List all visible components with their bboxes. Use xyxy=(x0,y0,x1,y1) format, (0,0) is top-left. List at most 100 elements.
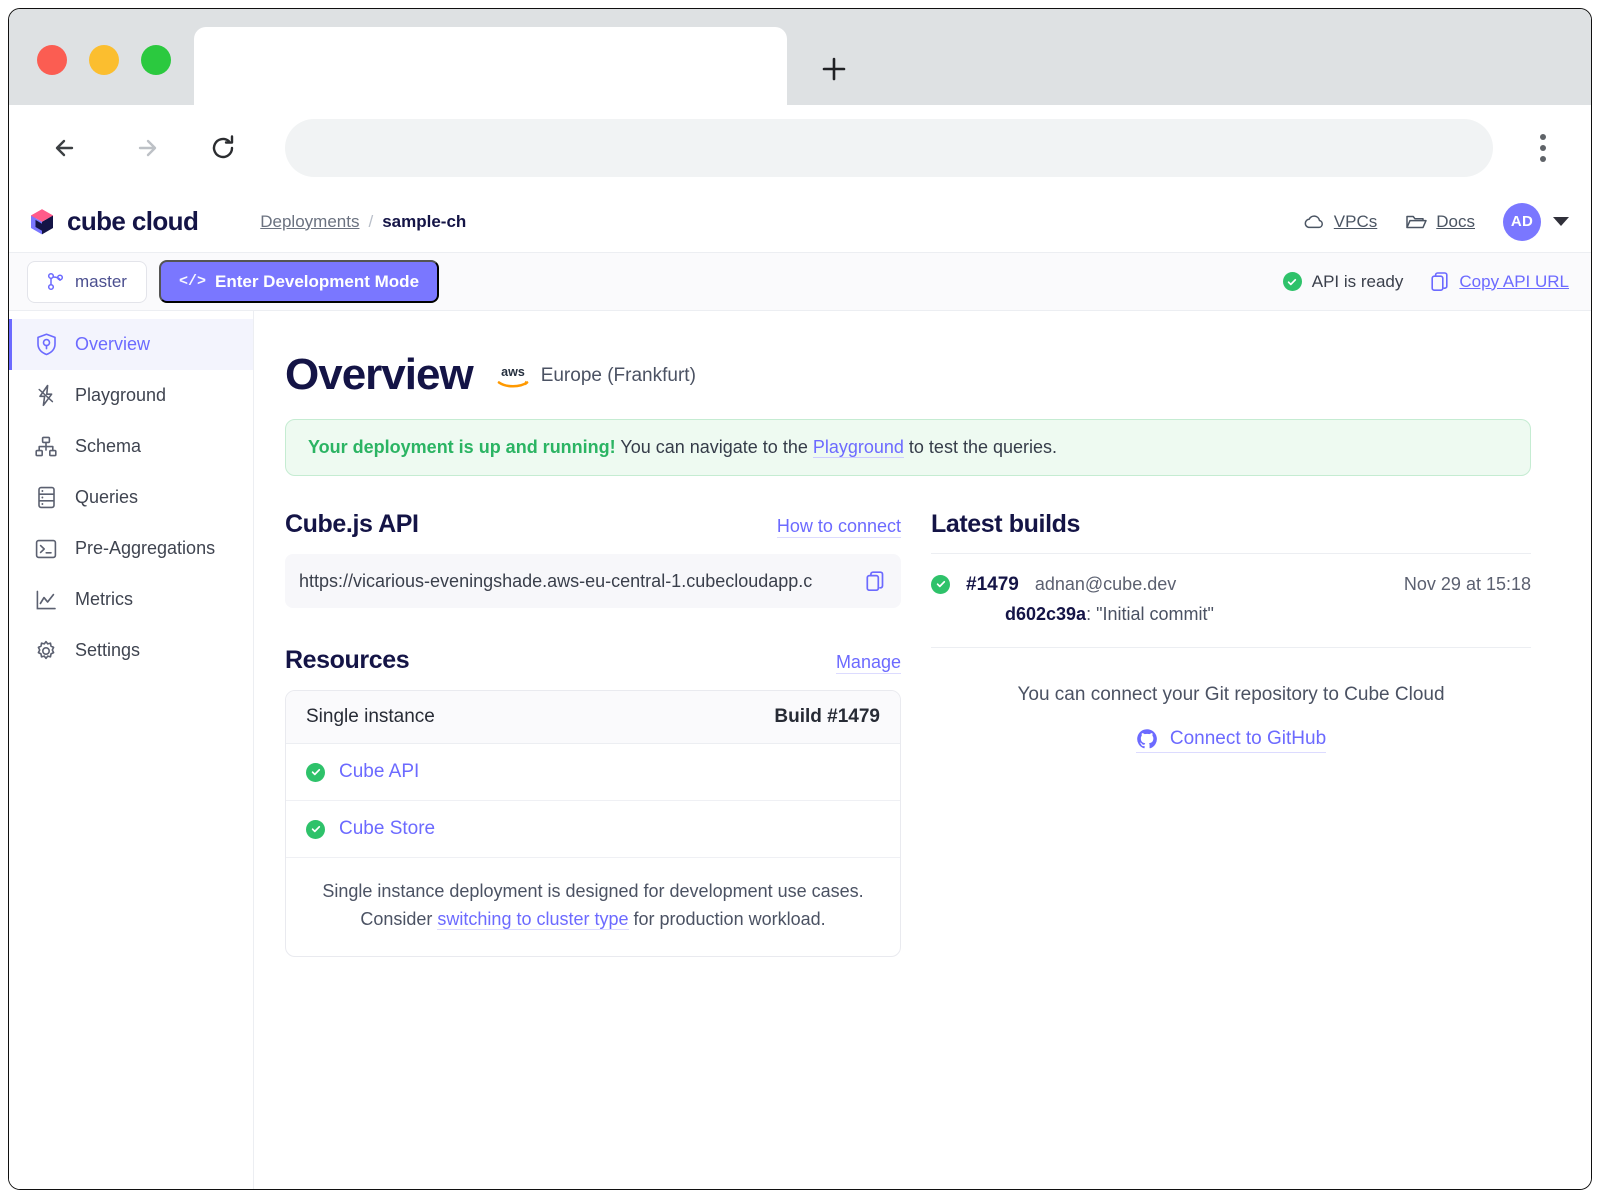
check-circle-icon xyxy=(1283,272,1302,291)
chevron-down-icon[interactable] xyxy=(1553,217,1569,226)
browser-tab[interactable] xyxy=(194,27,787,109)
sidebar-item-queries[interactable]: Queries xyxy=(9,472,253,523)
switch-cluster-type-link[interactable]: switching to cluster type xyxy=(437,909,628,930)
sidebar-item-schema[interactable]: Schema xyxy=(9,421,253,472)
connect-to-github-button[interactable]: Connect to GitHub xyxy=(1136,728,1326,753)
instance-type-label: Single instance xyxy=(306,706,435,728)
address-bar[interactable] xyxy=(285,119,1493,177)
app-body: Overview Playground xyxy=(9,311,1591,1189)
back-button[interactable] xyxy=(39,120,95,176)
api-url-field[interactable]: https://vicarious-eveningshade.aws-eu-ce… xyxy=(285,554,901,608)
vpcs-label: VPCs xyxy=(1334,212,1377,232)
resource-link[interactable]: Cube API xyxy=(339,761,419,783)
browser-menu-button[interactable] xyxy=(1515,120,1571,176)
branch-selector-button[interactable]: master xyxy=(27,261,147,303)
api-section-title: Cube.js API xyxy=(285,510,419,539)
database-icon xyxy=(35,487,57,509)
build-commit-message: : "Initial commit" xyxy=(1086,604,1214,624)
breadcrumb-deployments[interactable]: Deployments xyxy=(260,212,359,232)
git-branch-icon xyxy=(47,272,64,291)
sidebar-item-overview[interactable]: Overview xyxy=(9,319,253,370)
minimize-window-button[interactable] xyxy=(89,45,119,75)
api-status: API is ready xyxy=(1283,272,1404,292)
sidebar-item-settings[interactable]: Settings xyxy=(9,625,253,676)
how-to-connect-link[interactable]: How to connect xyxy=(777,516,901,538)
shield-check-icon xyxy=(35,334,57,356)
right-column: Latest builds #1479 adnan@cube.dev Nov 2… xyxy=(931,510,1531,957)
page-header: Overview aws Europe (Frankfurt) xyxy=(285,353,1531,397)
cube-cloud-logo-icon xyxy=(27,206,57,238)
sidebar-item-label: Settings xyxy=(75,640,140,661)
check-circle-icon xyxy=(931,575,950,594)
folder-icon xyxy=(1405,213,1427,231)
new-tab-button[interactable] xyxy=(804,39,864,99)
forward-button[interactable] xyxy=(117,120,173,176)
gear-icon xyxy=(35,640,57,662)
resources-card: Single instance Build #1479 Cube API xyxy=(285,690,901,957)
enter-development-mode-button[interactable]: </> Enter Development Mode xyxy=(159,260,439,303)
alert-playground-link[interactable]: Playground xyxy=(813,437,904,458)
reload-button[interactable] xyxy=(195,120,251,176)
sidebar-item-label: Overview xyxy=(75,334,150,355)
check-circle-icon xyxy=(306,763,325,782)
avatar[interactable]: AD xyxy=(1503,203,1541,241)
breadcrumb-current: sample-ch xyxy=(382,212,466,232)
cloud-icon xyxy=(1303,214,1325,230)
maximize-window-button[interactable] xyxy=(141,45,171,75)
subheader-actions: API is ready Copy API URL xyxy=(1283,272,1569,292)
brand-logo-link[interactable]: cube cloud xyxy=(27,206,198,238)
resources-note: Single instance deployment is designed f… xyxy=(286,858,900,956)
copy-api-url-icon[interactable] xyxy=(866,571,885,592)
build-row[interactable]: #1479 adnan@cube.dev Nov 29 at 15:18 xyxy=(931,554,1531,596)
resource-row[interactable]: Cube API xyxy=(286,744,900,801)
resources-section-title: Resources xyxy=(285,646,409,675)
builds-section-title: Latest builds xyxy=(931,510,1080,539)
copy-icon xyxy=(1431,272,1449,292)
docs-link[interactable]: Docs xyxy=(1405,212,1475,232)
reload-icon xyxy=(206,131,240,165)
menu-dot xyxy=(1540,134,1546,140)
breadcrumb-separator: / xyxy=(368,212,373,232)
api-url-value: https://vicarious-eveningshade.aws-eu-ce… xyxy=(299,571,854,592)
menu-dot xyxy=(1540,145,1546,151)
github-icon xyxy=(1136,728,1158,750)
sidebar-item-pre-aggregations[interactable]: Pre-Aggregations xyxy=(9,523,253,574)
terminal-icon xyxy=(35,538,57,560)
brand-name: cube cloud xyxy=(67,206,198,237)
build-commit: d602c39a: "Initial commit" xyxy=(931,596,1531,647)
sidebar-item-playground[interactable]: Playground xyxy=(9,370,253,421)
cube-cloud-app: cube cloud Deployments / sample-ch VPCs xyxy=(9,191,1591,1189)
copy-api-url-button[interactable]: Copy API URL xyxy=(1431,272,1569,292)
browser-window: cube cloud Deployments / sample-ch VPCs xyxy=(8,8,1592,1190)
build-number: #1479 xyxy=(966,574,1019,596)
resources-note-suffix: for production workload. xyxy=(629,909,826,929)
main-content: Overview aws Europe (Frankfurt) Your dep… xyxy=(254,311,1591,1189)
close-window-button[interactable] xyxy=(37,45,67,75)
resource-row[interactable]: Cube Store xyxy=(286,801,900,858)
build-author: adnan@cube.dev xyxy=(1035,574,1176,595)
sitemap-icon xyxy=(35,436,57,458)
alert-text-before: You can navigate to the xyxy=(616,437,813,457)
browser-tab-strip xyxy=(9,9,1591,105)
arrow-right-icon xyxy=(128,131,162,165)
copy-api-url-label: Copy API URL xyxy=(1459,272,1569,292)
resource-link[interactable]: Cube Store xyxy=(339,818,435,840)
git-connect-text: You can connect your Git repository to C… xyxy=(931,684,1531,706)
menu-dot xyxy=(1540,156,1546,162)
branch-name: master xyxy=(75,272,127,292)
arrow-left-icon xyxy=(50,131,84,165)
aws-logo-icon: aws xyxy=(495,363,531,389)
alert-text-after: to test the queries. xyxy=(904,437,1057,457)
overview-columns: Cube.js API How to connect https://vicar… xyxy=(285,510,1531,957)
resources-section-header: Resources Manage xyxy=(285,646,901,675)
left-column: Cube.js API How to connect https://vicar… xyxy=(285,510,901,957)
sidebar-item-metrics[interactable]: Metrics xyxy=(9,574,253,625)
build-timestamp: Nov 29 at 15:18 xyxy=(1404,574,1531,595)
manage-resources-link[interactable]: Manage xyxy=(836,652,901,674)
resources-build-label: Build #1479 xyxy=(774,706,880,728)
deployment-subheader: master </> Enter Development Mode API is… xyxy=(9,253,1591,311)
vpcs-link[interactable]: VPCs xyxy=(1303,212,1377,232)
check-circle-icon xyxy=(306,820,325,839)
sidebar-item-label: Schema xyxy=(75,436,141,457)
browser-toolbar xyxy=(9,105,1591,191)
